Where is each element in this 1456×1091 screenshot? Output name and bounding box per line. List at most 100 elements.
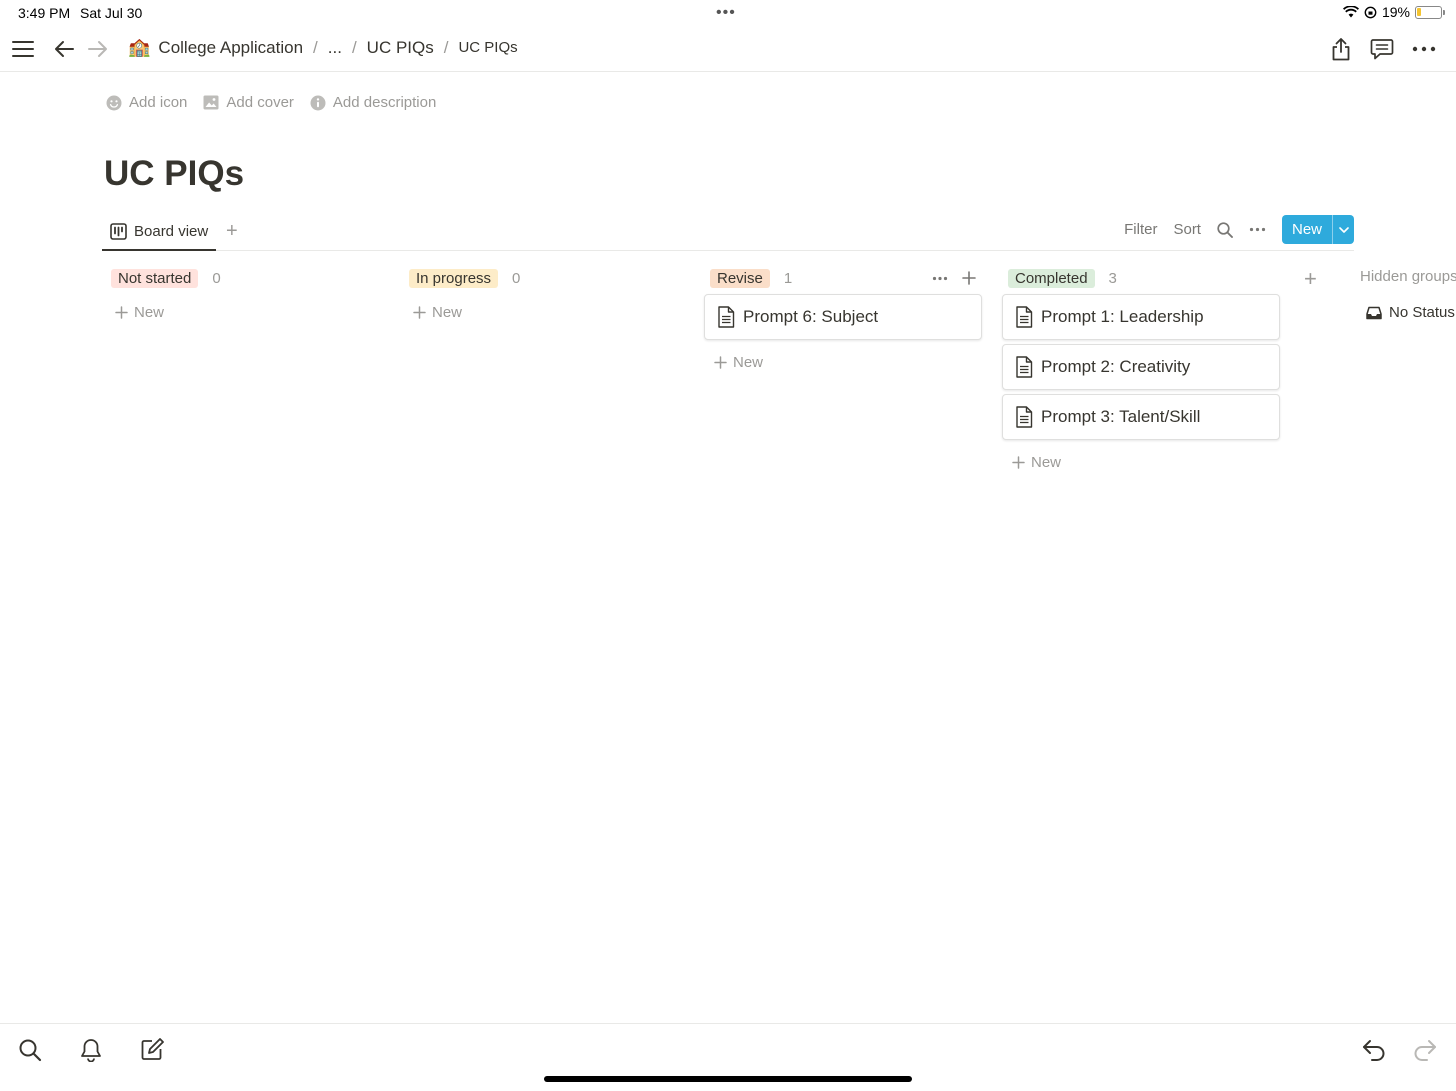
add-cover-button[interactable]: Add cover: [203, 94, 294, 111]
redo-icon[interactable]: [1411, 1036, 1439, 1064]
board-icon: [110, 223, 127, 240]
card-title: Prompt 6: Subject: [743, 307, 879, 326]
tab-label: Board view: [134, 223, 209, 240]
add-new-label: New: [733, 353, 764, 371]
status-badge[interactable]: Not started: [111, 268, 199, 288]
board-column-not-started: Not started 0 New: [105, 266, 383, 326]
add-icon-label: Add icon: [129, 94, 188, 111]
column-more-icon[interactable]: [932, 276, 948, 281]
column-add-icon[interactable]: [962, 271, 976, 285]
breadcrumb-ellipsis[interactable]: ...: [328, 38, 342, 58]
image-icon: [203, 95, 219, 110]
sort-button[interactable]: Sort: [1173, 221, 1201, 238]
orientation-lock-icon: [1364, 6, 1377, 18]
column-count: 0: [212, 269, 221, 287]
breadcrumb-parent[interactable]: UC PIQs: [367, 38, 434, 58]
page-title[interactable]: UC PIQs: [104, 154, 244, 194]
column-tools: [932, 271, 982, 285]
multitasking-dots-icon[interactable]: •••: [716, 4, 736, 22]
breadcrumb-root[interactable]: College Application: [158, 38, 303, 58]
undo-icon[interactable]: [1360, 1036, 1388, 1064]
status-badge[interactable]: Completed: [1008, 268, 1095, 288]
board-card[interactable]: Prompt 3: Talent/Skill: [1002, 394, 1280, 440]
view-tools: Filter Sort New: [1124, 214, 1354, 245]
add-new-label: New: [1031, 453, 1062, 471]
smiley-icon: [106, 95, 122, 110]
board-card[interactable]: Prompt 2: Creativity: [1002, 344, 1280, 390]
add-view-icon[interactable]: +: [226, 220, 238, 243]
add-description-button[interactable]: Add description: [310, 94, 436, 111]
chevron-down-icon[interactable]: [1332, 215, 1354, 244]
column-count: 0: [512, 269, 521, 287]
inbox-icon: [1366, 306, 1382, 319]
page-icon: [1016, 306, 1033, 328]
arrow-right-icon[interactable]: [85, 36, 111, 62]
page-icon: [1016, 356, 1033, 378]
compose-icon[interactable]: [138, 1036, 166, 1064]
breadcrumb: 🏫 College Application / ... / UC PIQs / …: [128, 37, 518, 58]
column-count: 3: [1108, 269, 1117, 287]
add-cover-label: Add cover: [226, 94, 294, 111]
home-indicator[interactable]: [544, 1076, 912, 1082]
hamburger-icon[interactable]: [10, 36, 36, 62]
board-column-revise: Revise 1 Prompt 6: Subject New: [704, 266, 982, 376]
plus-icon: [714, 355, 727, 369]
status-badge[interactable]: In progress: [409, 268, 499, 288]
column-header: In progress 0: [403, 266, 681, 290]
breadcrumb-current[interactable]: UC PIQs: [458, 39, 517, 56]
share-icon[interactable]: [1328, 36, 1354, 62]
breadcrumb-separator: /: [313, 37, 318, 57]
card-title: Prompt 3: Talent/Skill: [1041, 407, 1201, 426]
card-title: Prompt 2: Creativity: [1041, 357, 1191, 376]
breadcrumb-separator: /: [443, 37, 449, 57]
no-status-label: No Status: [1389, 304, 1455, 321]
school-emoji-icon: 🏫: [128, 37, 151, 57]
board-column-completed: Completed 3 Prompt 1: Leadership Prompt …: [1002, 266, 1280, 476]
status-bar: 3:49 PM Sat Jul 30 ••• 19%: [0, 0, 1456, 26]
breadcrumb-separator: /: [351, 37, 357, 57]
arrow-left-icon[interactable]: [51, 36, 77, 62]
search-icon[interactable]: [16, 1036, 44, 1064]
card-title: Prompt 1: Leadership: [1041, 307, 1204, 326]
add-new-card-button[interactable]: New: [105, 298, 383, 326]
view-bar: Board view + Filter Sort New: [102, 214, 1354, 251]
top-bar: 🏫 College Application / ... / UC PIQs / …: [0, 26, 1456, 72]
add-description-label: Add description: [332, 94, 437, 111]
battery-icon: [1415, 5, 1445, 19]
board-card[interactable]: Prompt 6: Subject: [704, 294, 982, 340]
add-new-label: New: [432, 303, 463, 321]
filter-button[interactable]: Filter: [1124, 221, 1157, 238]
add-group-icon[interactable]: +: [1304, 266, 1317, 292]
add-new-card-button[interactable]: New: [1002, 448, 1280, 476]
more-icon[interactable]: [1411, 36, 1437, 62]
status-date: Sat Jul 30: [80, 5, 143, 21]
board-column-in-progress: In progress 0 New: [403, 266, 681, 326]
new-button[interactable]: New: [1281, 215, 1354, 244]
plus-icon: [115, 305, 128, 319]
battery-fill: [1417, 7, 1421, 16]
card-list: Prompt 1: Leadership Prompt 2: Creativit…: [1002, 294, 1280, 440]
card-list: Prompt 6: Subject: [704, 294, 982, 340]
column-count: 1: [783, 269, 793, 287]
no-status-group[interactable]: No Status: [1366, 304, 1455, 321]
page-icon: [718, 306, 735, 328]
bell-icon[interactable]: [77, 1036, 105, 1064]
column-header: Completed 3: [1002, 266, 1280, 290]
column-header: Not started 0: [105, 266, 383, 290]
tab-board-view[interactable]: Board view: [102, 214, 217, 251]
page-icon: [1016, 406, 1033, 428]
column-header: Revise 1: [704, 266, 982, 290]
comment-icon[interactable]: [1369, 36, 1395, 62]
add-icon-button[interactable]: Add icon: [106, 94, 187, 111]
plus-icon: [1012, 455, 1025, 469]
hidden-groups-label: Hidden groups: [1360, 268, 1456, 285]
add-new-card-button[interactable]: New: [704, 348, 982, 376]
status-badge[interactable]: Revise: [710, 268, 770, 288]
board-card[interactable]: Prompt 1: Leadership: [1002, 294, 1280, 340]
new-button-label[interactable]: New: [1282, 215, 1332, 244]
wifi-icon: [1342, 6, 1359, 18]
view-more-icon[interactable]: [1249, 227, 1266, 232]
add-new-card-button[interactable]: New: [403, 298, 681, 326]
status-time: 3:49 PM: [18, 5, 71, 21]
search-icon[interactable]: [1217, 221, 1233, 238]
